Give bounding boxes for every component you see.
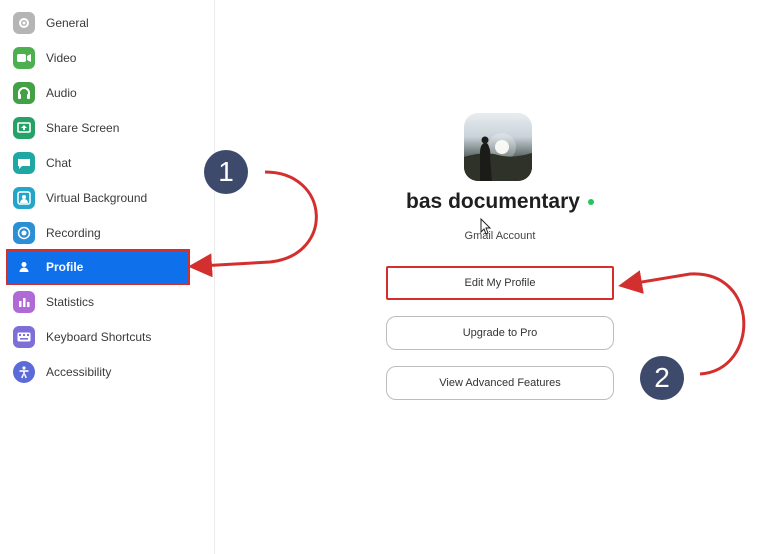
step-one-badge: 1 — [204, 150, 248, 194]
step-two-badge: 2 — [640, 356, 684, 400]
arrow-to-edit-profile — [618, 270, 746, 376]
annotation-arrows — [188, 170, 746, 376]
mouse-cursor-icon — [480, 218, 492, 235]
